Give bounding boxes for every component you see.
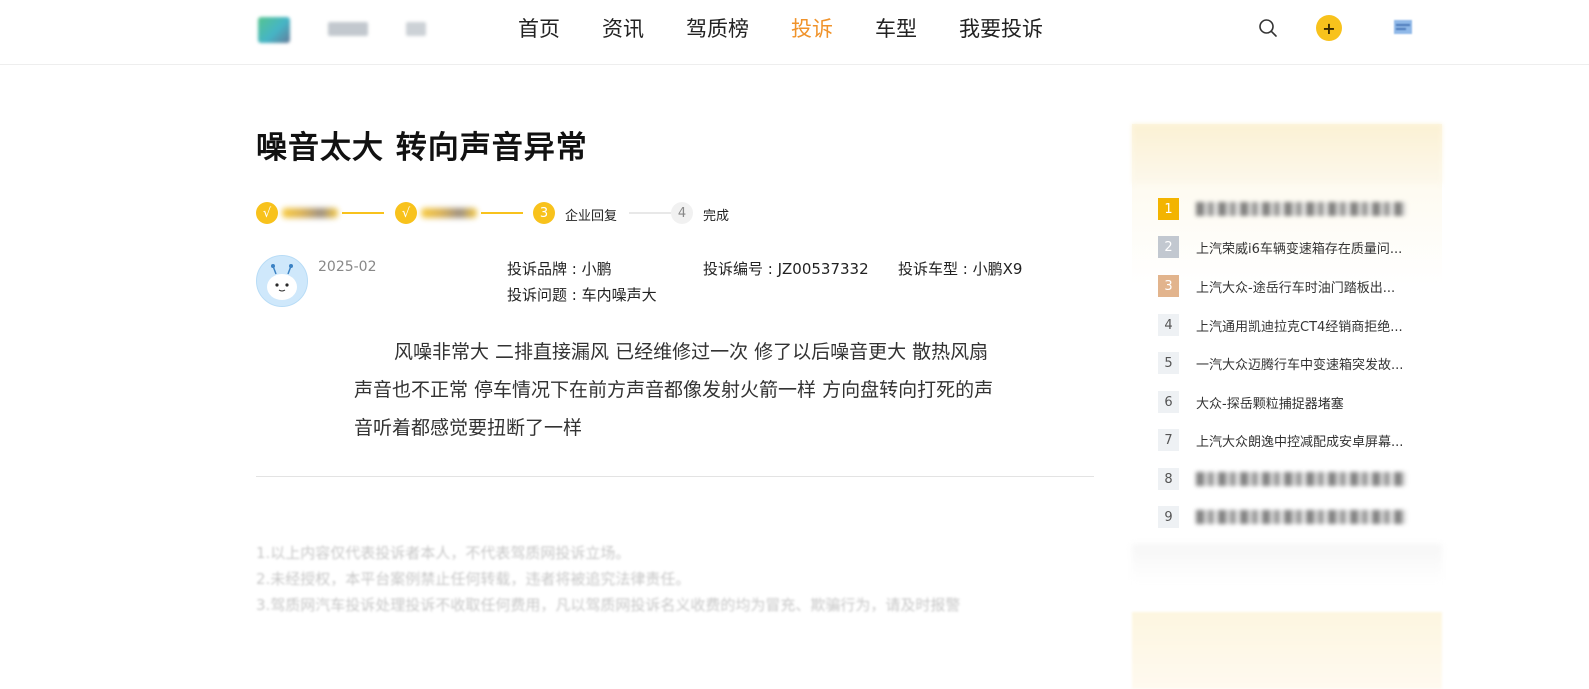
user-icon[interactable] bbox=[1393, 18, 1413, 36]
ranking-title[interactable]: 大众-探岳颗粒捕捉器堵塞 bbox=[1196, 393, 1421, 412]
rank-badge: 8 bbox=[1158, 468, 1179, 490]
complaint-title: 噪音太大 转向声音异常 bbox=[256, 130, 588, 166]
rank-badge: 9 bbox=[1158, 506, 1179, 528]
step-3-label: 企业回复 bbox=[565, 209, 618, 224]
ranking-item[interactable]: 9 bbox=[1158, 506, 1458, 530]
complaint-issue: 投诉问题 : 车内噪声大 bbox=[507, 286, 657, 304]
logo-mark bbox=[258, 17, 290, 43]
ranking-item[interactable]: 7 上汽大众朗逸中控减配成安卓屏幕... bbox=[1158, 429, 1458, 453]
step-1-label-blurred bbox=[282, 208, 338, 218]
rank-badge: 4 bbox=[1158, 314, 1179, 336]
complaint-model: 投诉车型 : 小鹏X9 bbox=[898, 260, 1023, 278]
ranking-item[interactable]: 2 上汽荣威i6车辆变速箱存在质量问... bbox=[1158, 236, 1458, 260]
ranking-item[interactable]: 8 bbox=[1158, 468, 1458, 492]
complaint-date: 2025-02 bbox=[318, 259, 377, 275]
nav-item-home[interactable]: 首页 bbox=[518, 15, 560, 43]
site-logo[interactable] bbox=[258, 14, 458, 44]
ranking-item[interactable]: 1 bbox=[1158, 198, 1458, 222]
sidebar-ranking: 1 2 上汽荣威i6车辆变速箱存在质量问... 3 上汽大众-途岳行车时油门踏板… bbox=[1132, 124, 1442, 584]
divider bbox=[256, 476, 1094, 477]
main-nav: 首页 资讯 驾质榜 投诉 车型 我要投诉 bbox=[518, 15, 1085, 43]
ranking-title-blurred bbox=[1196, 472, 1406, 486]
disclaimer: 1.以上内容仅代表投诉者本人，不代表驾质网投诉立场。 2.未经授权，本平台案例禁… bbox=[256, 540, 1106, 618]
ranking-title[interactable]: 一汽大众迈腾行车中变速箱突发故... bbox=[1196, 354, 1421, 373]
complaint-body: 风噪非常大 二排直接漏风 已经维修过一次 修了以后噪音更大 散热风扇声音也不正常… bbox=[354, 341, 994, 439]
rank-badge: 7 bbox=[1158, 429, 1179, 451]
ranking-title-blurred bbox=[1196, 202, 1406, 216]
rank-badge: 6 bbox=[1158, 391, 1179, 413]
sidebar-panel-2 bbox=[1132, 612, 1442, 689]
nav-item-complaints[interactable]: 投诉 bbox=[791, 15, 833, 43]
complaint-number: 投诉编号 : JZ00537332 bbox=[703, 260, 869, 278]
nav-item-quality-ranking[interactable]: 驾质榜 bbox=[686, 15, 749, 43]
ranking-item[interactable]: 3 上汽大众-途岳行车时油门踏板出... bbox=[1158, 275, 1458, 299]
top-navbar: 首页 资讯 驾质榜 投诉 车型 我要投诉 + bbox=[0, 0, 1589, 65]
ranking-title[interactable]: 上汽大众-途岳行车时油门踏板出... bbox=[1196, 277, 1421, 296]
search-icon[interactable] bbox=[1256, 16, 1280, 40]
rank-badge: 5 bbox=[1158, 352, 1179, 374]
nav-item-car-models[interactable]: 车型 bbox=[875, 15, 917, 43]
ranking-title[interactable]: 上汽大众朗逸中控减配成安卓屏幕... bbox=[1196, 431, 1421, 450]
rank-badge: 3 bbox=[1158, 275, 1179, 297]
sidebar-fade bbox=[1132, 544, 1442, 584]
nav-item-news[interactable]: 资讯 bbox=[602, 15, 644, 43]
step-2-check-icon: √ bbox=[395, 202, 417, 224]
step-4-number: 4 bbox=[671, 202, 693, 224]
step-1-check-icon: √ bbox=[256, 202, 278, 224]
complaint-brand: 投诉品牌 : 小鹏 bbox=[507, 260, 612, 278]
ranking-title[interactable]: 上汽荣威i6车辆变速箱存在质量问... bbox=[1196, 238, 1421, 257]
ranking-item[interactable]: 5 一汽大众迈腾行车中变速箱突发故... bbox=[1158, 352, 1458, 376]
ranking-item[interactable]: 6 大众-探岳颗粒捕捉器堵塞 bbox=[1158, 391, 1458, 415]
step-connector bbox=[629, 212, 671, 214]
sidebar-header-blurred bbox=[1132, 124, 1442, 184]
ranking-title[interactable]: 上汽通用凯迪拉克CT4经销商拒绝... bbox=[1196, 316, 1421, 335]
step-3-number: 3 bbox=[533, 202, 555, 224]
logo-text-blurred bbox=[328, 22, 368, 36]
step-connector bbox=[342, 212, 384, 214]
step-connector bbox=[481, 212, 523, 214]
plus-icon[interactable]: + bbox=[1316, 15, 1342, 41]
rank-badge: 1 bbox=[1158, 198, 1179, 220]
disclaimer-line: 3.驾质网汽车投诉处理投诉不收取任何费用，凡以驾质网投诉名义收费的均为冒充、欺骗… bbox=[256, 596, 961, 614]
disclaimer-line: 2.未经授权，本平台案例禁止任何转载，违者将被追究法律责任。 bbox=[256, 570, 691, 588]
ranking-title-blurred bbox=[1196, 510, 1406, 524]
step-2-label-blurred bbox=[421, 208, 477, 218]
rank-badge: 2 bbox=[1158, 236, 1179, 258]
ranking-item[interactable]: 4 上汽通用凯迪拉克CT4经销商拒绝... bbox=[1158, 314, 1458, 338]
step-4-label: 完成 bbox=[703, 209, 730, 224]
avatar bbox=[256, 255, 308, 307]
logo-text-blurred bbox=[406, 22, 426, 36]
nav-item-file-complaint[interactable]: 我要投诉 bbox=[959, 15, 1043, 43]
disclaimer-line: 1.以上内容仅代表投诉者本人，不代表驾质网投诉立场。 bbox=[256, 544, 631, 562]
